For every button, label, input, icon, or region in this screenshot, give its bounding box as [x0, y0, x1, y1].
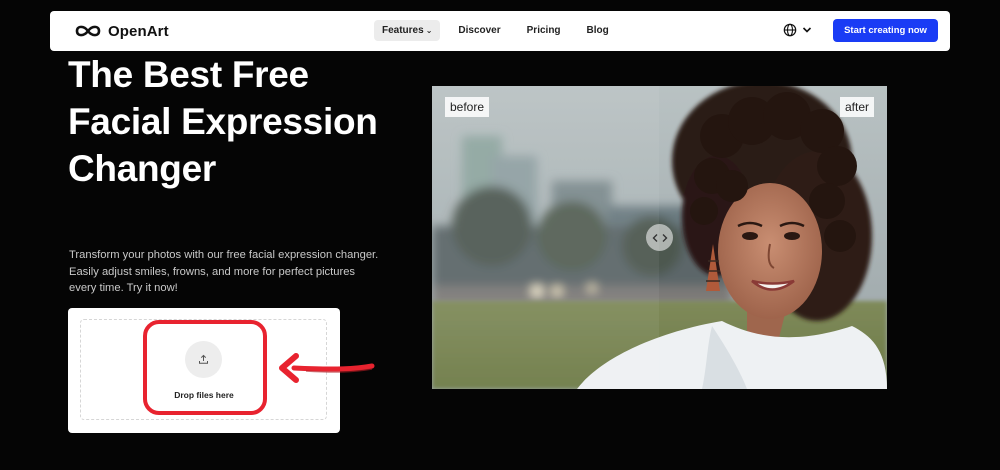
- globe-icon: [783, 23, 797, 37]
- annotation-highlight-box: [143, 320, 267, 415]
- nav-features[interactable]: Features ⌄: [374, 20, 441, 41]
- page-title: The Best Free Facial Expression Changer: [68, 54, 378, 189]
- infinity-logo-icon: [75, 25, 101, 37]
- nav-pricing[interactable]: Pricing: [519, 20, 569, 41]
- language-selector[interactable]: [783, 23, 812, 37]
- nav-links: Features ⌄ Discover Pricing Blog: [374, 20, 627, 41]
- top-navbar: OpenArt Features ⌄ Discover Pricing Blog …: [50, 11, 950, 51]
- logo-text: OpenArt: [108, 22, 169, 40]
- start-creating-button[interactable]: Start creating now: [833, 19, 938, 42]
- hero-description: Transform your photos with our free faci…: [69, 249, 379, 294]
- after-label: after: [839, 97, 874, 117]
- before-after-comparison[interactable]: before after: [432, 86, 887, 389]
- nav-blog[interactable]: Blog: [579, 20, 617, 41]
- chevron-down-icon: [802, 27, 812, 33]
- annotation-arrow-icon: [279, 353, 375, 383]
- comparison-slider-handle[interactable]: [646, 224, 673, 251]
- chevron-left-right-icon: [652, 233, 667, 242]
- nav-features-label: Features: [382, 25, 424, 36]
- nav-discover[interactable]: Discover: [450, 20, 508, 41]
- before-label: before: [445, 97, 490, 117]
- chevron-down-icon: ⌄: [425, 26, 433, 35]
- openart-logo[interactable]: OpenArt: [73, 21, 169, 41]
